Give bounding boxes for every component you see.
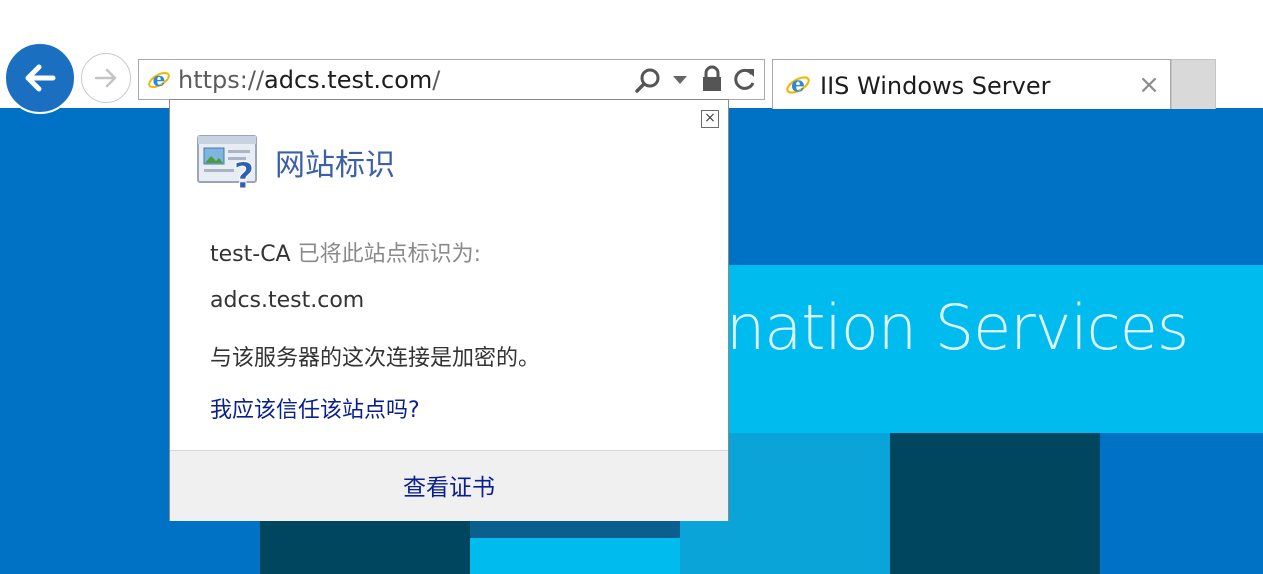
url-scheme: https:// [178, 66, 265, 94]
lock-icon[interactable] [700, 65, 724, 97]
back-arrow-icon [25, 64, 56, 92]
url-host: adcs.test.com [264, 66, 433, 94]
ie-logo-icon: e [147, 67, 171, 96]
svg-text:?: ? [234, 156, 255, 192]
popup-title: 网站标识 [275, 148, 395, 183]
search-icon[interactable] [634, 67, 662, 99]
iis-tile [470, 520, 680, 538]
issuer-suffix: 已将此站点标识为: [290, 242, 482, 267]
popup-footer: 查看证书 [170, 450, 728, 521]
url-path: / [432, 66, 441, 94]
forward-button[interactable] [81, 53, 131, 103]
iis-banner-text: nation Services [726, 291, 1189, 364]
tab-iis-windows-server[interactable]: e IIS Windows Server × [772, 59, 1171, 109]
iis-tile [890, 433, 1100, 574]
address-bar[interactable]: e https://adcs.test.com/ [138, 59, 765, 100]
issuer-line: test-CA 已将此站点标识为: [210, 236, 481, 268]
view-certificate-link[interactable]: 查看证书 [170, 451, 728, 521]
tab-close-button[interactable]: × [1137, 72, 1161, 98]
popup-close-button[interactable]: × [701, 110, 719, 128]
iis-tile [680, 520, 728, 574]
site-identity-popup: × ? 网站标识 test-CA 已将此站点标识为: adcs.test.com… [169, 99, 729, 521]
svg-text:e: e [791, 73, 805, 98]
iis-tile [1100, 433, 1263, 574]
new-tab-button[interactable] [1171, 59, 1216, 109]
ie-logo-icon: e [785, 72, 811, 102]
svg-text:e: e [153, 68, 166, 91]
issuer-name: test-CA [210, 242, 291, 267]
iis-tile [260, 520, 470, 574]
forward-arrow-icon [94, 68, 117, 88]
chevron-down-icon[interactable] [671, 71, 689, 93]
address-url[interactable]: https://adcs.test.com/ [178, 60, 440, 99]
iis-tile [470, 538, 680, 574]
trust-site-link[interactable]: 我应该信任该站点吗? [210, 392, 420, 424]
site-identity-icon: ? [196, 132, 262, 198]
iis-tile [728, 433, 890, 574]
site-name: adcs.test.com [210, 288, 365, 313]
back-button[interactable] [4, 42, 76, 114]
encryption-text: 与该服务器的这次连接是加密的。 [210, 346, 541, 371]
tab-title: IIS Windows Server [820, 72, 1051, 100]
refresh-icon[interactable] [732, 66, 758, 96]
